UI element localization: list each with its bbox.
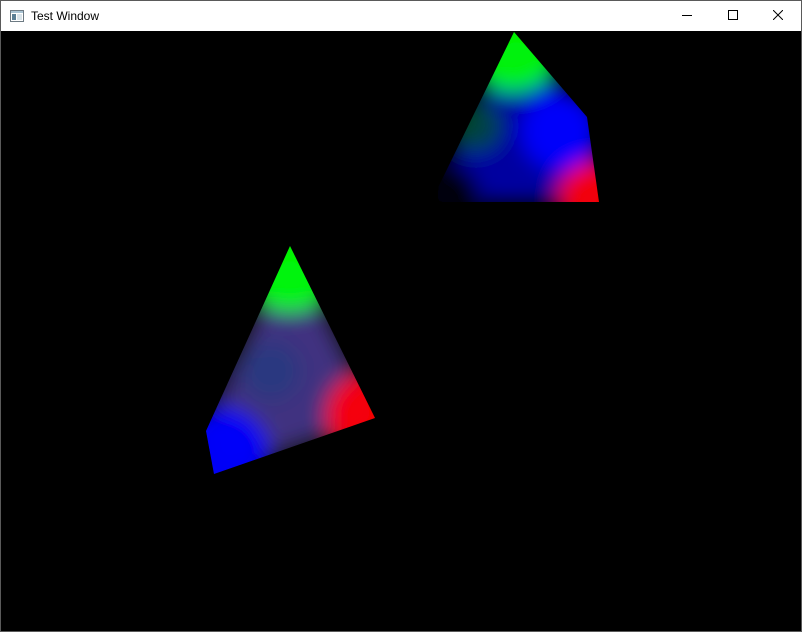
- close-icon: [772, 7, 784, 25]
- minimize-button[interactable]: [664, 1, 710, 31]
- window-title: Test Window: [31, 9, 100, 23]
- close-button[interactable]: [755, 1, 801, 31]
- app-window: Test Window: [0, 0, 802, 632]
- title-bar[interactable]: Test Window: [1, 1, 801, 31]
- maximize-icon: [728, 7, 738, 25]
- render-canvas: [1, 31, 801, 631]
- render-viewport[interactable]: [1, 31, 801, 631]
- minimize-icon: [682, 7, 692, 25]
- maximize-button[interactable]: [710, 1, 756, 31]
- window-app-icon[interactable]: [10, 9, 24, 23]
- scene-background: [1, 31, 801, 631]
